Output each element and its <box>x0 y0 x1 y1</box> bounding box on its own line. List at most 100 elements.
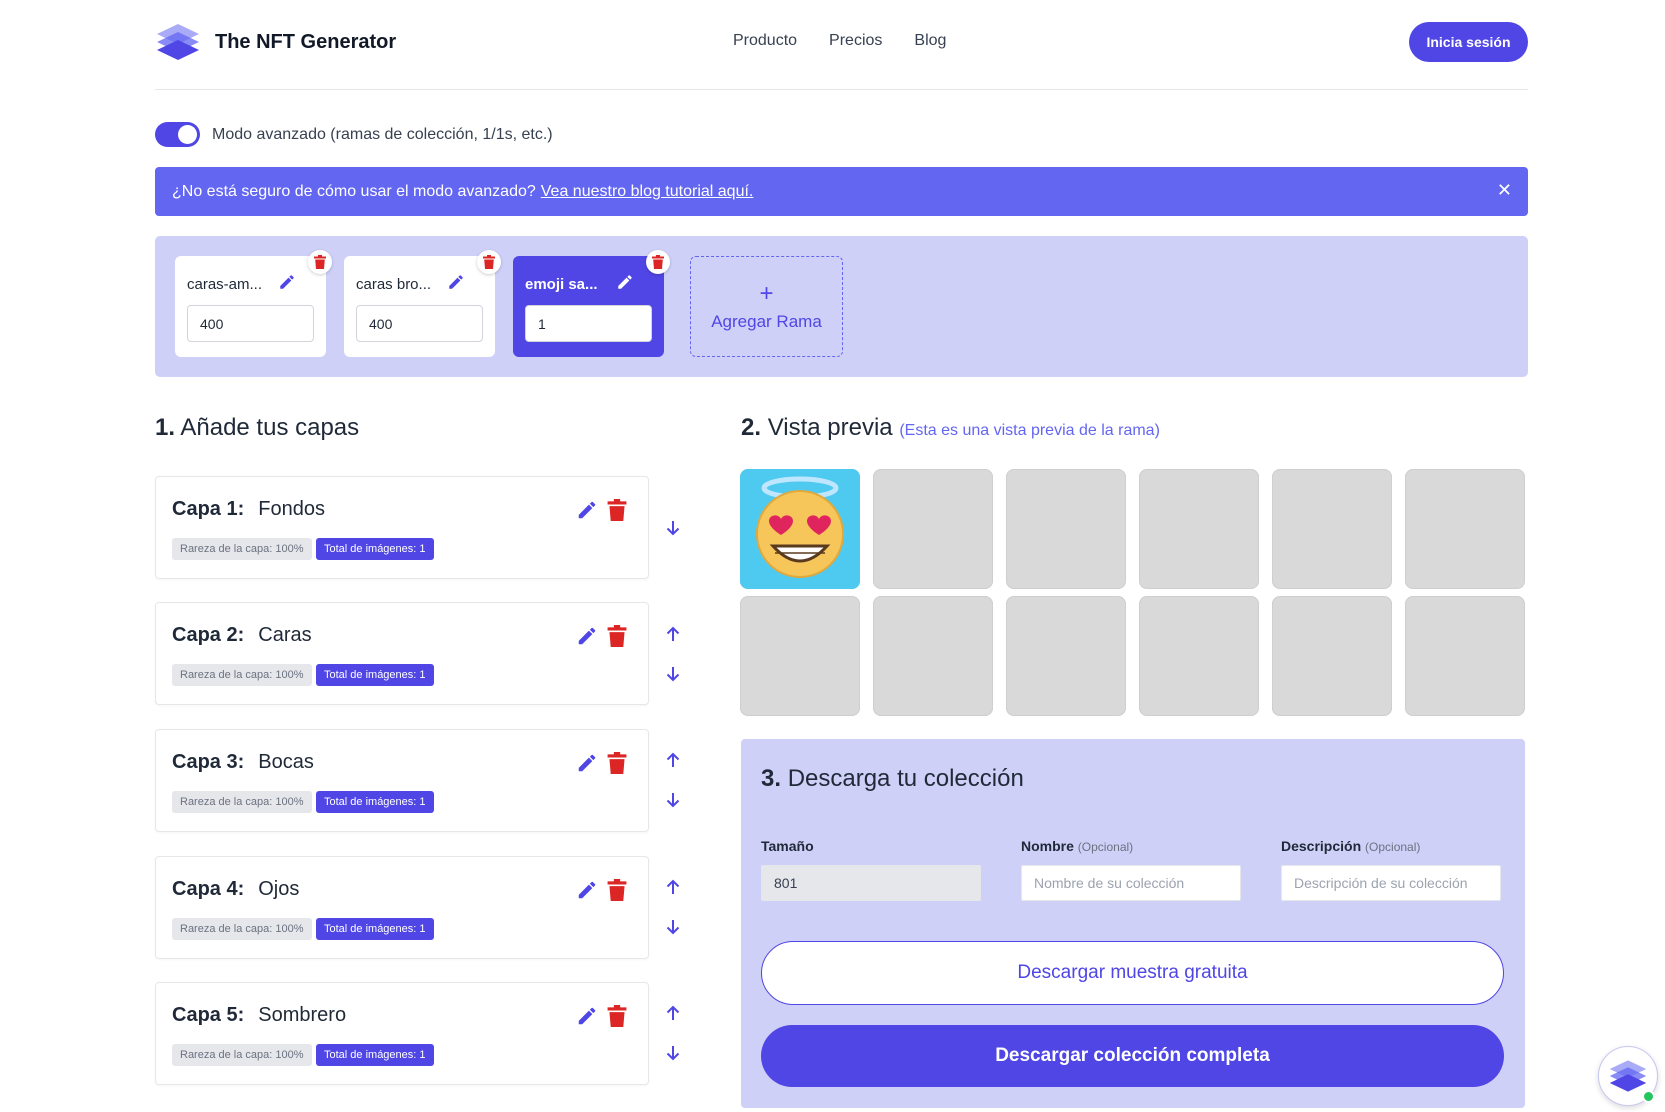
layer-name: Sombrero <box>258 1004 347 1026</box>
layer-label: Capa 1: Fondos <box>172 498 325 520</box>
arrow-down-icon[interactable] <box>663 518 683 538</box>
collection-name-field[interactable] <box>1021 865 1241 901</box>
layer-name: Fondos <box>258 498 325 520</box>
arrow-down-icon[interactable] <box>663 1043 683 1063</box>
description-label: Descripción (Opcional) <box>1281 838 1421 854</box>
arrow-up-icon[interactable] <box>663 877 683 897</box>
rarity-badge: Rareza de la capa: 100% <box>172 538 312 560</box>
nav-precios[interactable]: Precios <box>829 32 882 50</box>
trash-icon[interactable] <box>607 879 627 901</box>
layer-name: Ojos <box>258 878 300 900</box>
name-label: Nombre (Opcional) <box>1021 838 1134 854</box>
delete-branch-button[interactable] <box>477 250 501 274</box>
collection-description-field[interactable] <box>1281 865 1501 901</box>
section-title-text: Vista previa <box>767 414 893 441</box>
download-panel: 3. Descarga tu colección Tamaño Nombre (… <box>741 739 1525 1108</box>
section-number: 1. <box>155 414 176 441</box>
advanced-mode-toggle[interactable] <box>155 122 200 147</box>
info-banner: ¿No está seguro de cómo usar el modo ava… <box>155 167 1528 216</box>
preview-tile-empty <box>873 596 993 716</box>
add-branch-label: Agregar Rama <box>711 311 822 331</box>
branch-card-active[interactable]: emoji sa... <box>513 250 670 357</box>
advanced-mode-row: Modo avanzado (ramas de colección, 1/1s,… <box>155 122 553 147</box>
branch-count-input[interactable] <box>187 305 314 342</box>
banner-text: ¿No está seguro de cómo usar el modo ava… <box>172 182 536 200</box>
branch-card[interactable]: caras-am... <box>175 250 332 357</box>
download-sample-button[interactable]: Descargar muestra gratuita <box>761 941 1504 1005</box>
brand-logo[interactable]: The NFT Generator <box>155 22 396 62</box>
trash-icon[interactable] <box>607 499 627 521</box>
branch-name: caras bro... <box>356 276 432 293</box>
download-full-collection-button[interactable]: Descargar colección completa <box>761 1025 1504 1087</box>
emoji-halo-heart-eyes-icon <box>740 469 860 589</box>
optional-hint: (Opcional) <box>1077 840 1134 854</box>
branches-panel: caras-am... caras bro... emoji sa... + A… <box>155 236 1528 377</box>
trash-icon[interactable] <box>607 752 627 774</box>
layer-card: Capa 5: Sombrero Rareza de la capa: 100% … <box>155 982 649 1085</box>
total-images-badge: Total de imágenes: 1 <box>316 918 434 940</box>
add-branch-button[interactable]: + Agregar Rama <box>690 256 843 357</box>
nav-blog[interactable]: Blog <box>914 32 946 50</box>
pencil-icon[interactable] <box>576 625 598 647</box>
delete-branch-button[interactable] <box>646 250 670 274</box>
total-images-badge: Total de imágenes: 1 <box>316 791 434 813</box>
layer-label: Capa 5: Sombrero <box>172 1004 347 1026</box>
rarity-badge: Rareza de la capa: 100% <box>172 1044 312 1066</box>
branch-card[interactable]: caras bro... <box>344 250 501 357</box>
arrow-up-icon[interactable] <box>663 624 683 644</box>
arrow-down-icon[interactable] <box>663 917 683 937</box>
banner-tutorial-link[interactable]: Vea nuestro blog tutorial aquí. <box>541 183 754 201</box>
login-button[interactable]: Inicia sesión <box>1409 22 1528 62</box>
size-field <box>761 865 981 901</box>
trash-icon[interactable] <box>607 625 627 647</box>
preview-tile-empty <box>1405 469 1525 589</box>
pencil-icon[interactable] <box>278 273 296 291</box>
chat-widget-button[interactable] <box>1598 1046 1658 1106</box>
branch-count-input[interactable] <box>356 305 483 342</box>
preview-tile-empty <box>1272 596 1392 716</box>
layer-name: Caras <box>258 624 312 646</box>
pencil-icon[interactable] <box>447 273 465 291</box>
section-number: 2. <box>741 414 762 441</box>
branch-count-input[interactable] <box>525 305 652 342</box>
branch-name: emoji sa... <box>525 276 598 293</box>
top-header: The NFT Generator Producto Precios Blog … <box>155 0 1528 90</box>
section-number: 3. <box>761 765 782 792</box>
brand-name: The NFT Generator <box>215 30 397 53</box>
layer-card: Capa 3: Bocas Rareza de la capa: 100% Tot… <box>155 729 649 832</box>
pencil-icon[interactable] <box>576 879 598 901</box>
pencil-icon[interactable] <box>616 273 634 291</box>
pencil-icon[interactable] <box>576 752 598 774</box>
preview-tile-empty <box>1272 469 1392 589</box>
layer-label: Capa 2: Caras <box>172 624 312 646</box>
main-nav: Producto Precios Blog <box>733 32 946 50</box>
preview-tile-empty <box>1139 469 1259 589</box>
preview-tile[interactable] <box>740 469 860 589</box>
total-images-badge: Total de imágenes: 1 <box>316 1044 434 1066</box>
nav-producto[interactable]: Producto <box>733 32 797 50</box>
layers-logo-icon <box>157 24 199 60</box>
total-images-badge: Total de imágenes: 1 <box>316 664 434 686</box>
close-icon[interactable]: ✕ <box>1497 180 1512 200</box>
preview-tile-empty <box>1006 469 1126 589</box>
section-title-text: Descarga tu colección <box>787 765 1024 792</box>
trash-icon <box>314 255 326 269</box>
preview-tile-empty <box>1405 596 1525 716</box>
arrow-down-icon[interactable] <box>663 790 683 810</box>
preview-tile-empty <box>1006 596 1126 716</box>
advanced-mode-label: Modo avanzado (ramas de colección, 1/1s,… <box>212 125 553 143</box>
trash-icon[interactable] <box>607 1005 627 1027</box>
arrow-up-icon[interactable] <box>663 1003 683 1023</box>
pencil-icon[interactable] <box>576 1005 598 1027</box>
rarity-badge: Rareza de la capa: 100% <box>172 664 312 686</box>
size-label: Tamaño <box>761 838 814 854</box>
layers-logo-icon <box>1609 1060 1647 1092</box>
pencil-icon[interactable] <box>576 499 598 521</box>
delete-branch-button[interactable] <box>308 250 332 274</box>
total-images-badge: Total de imágenes: 1 <box>316 538 434 560</box>
section-title-text: Añade tus capas <box>180 414 360 441</box>
arrow-down-icon[interactable] <box>663 664 683 684</box>
toggle-knob <box>178 125 197 144</box>
online-status-dot <box>1642 1090 1655 1103</box>
arrow-up-icon[interactable] <box>663 750 683 770</box>
